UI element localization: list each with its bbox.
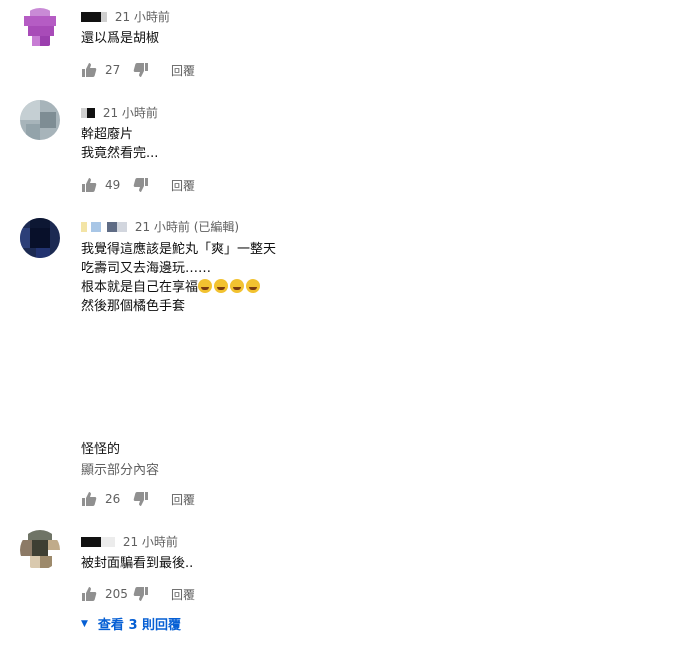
caret-down-icon[interactable]: ▼ [81, 619, 88, 629]
timestamp[interactable]: 21 小時前 [103, 106, 158, 120]
comment-header: 21 小時前 [81, 533, 178, 550]
comment-text: 被封面騙看到最後.. [81, 554, 193, 573]
author-name[interactable] [81, 106, 95, 120]
avatar[interactable] [20, 530, 60, 570]
comment-line: 然後那個橘色手套 [81, 299, 186, 314]
like-count: 49 [105, 178, 121, 192]
like-count: 26 [105, 492, 121, 506]
thumbs-up-icon[interactable] [81, 177, 97, 193]
comment-actions: 205 回覆 [81, 584, 195, 604]
like-count: 205 [105, 587, 128, 601]
timestamp[interactable]: 21 小時前 (已編輯) [135, 220, 239, 234]
comment-actions: 49 回覆 [81, 175, 195, 195]
timestamp[interactable]: 21 小時前 [115, 10, 170, 24]
comment-actions: 26 回覆 [81, 489, 195, 509]
thumbs-down-icon[interactable] [133, 491, 149, 507]
comment-line: 還以爲是胡椒 [81, 31, 160, 46]
comment-line: 吃壽司又去海邊玩…… [81, 261, 212, 276]
view-replies-button[interactable]: ▼ 查看 3 則回覆 [81, 614, 181, 633]
comment-line: 幹超廢片 [81, 127, 134, 142]
comment-header: 21 小時前 (已編輯) [81, 218, 239, 235]
like-count: 27 [105, 63, 121, 77]
avatar[interactable] [20, 100, 60, 140]
grinning-squinting-face-emoji [198, 279, 213, 293]
comment-actions: 27 回覆 [81, 60, 195, 80]
thumbs-down-icon[interactable] [133, 586, 149, 602]
comment-text: 我覺得這應該是鮀丸「爽」一整天 吃壽司又去海邊玩…… 根本就是自己在享福 然後那… [81, 240, 276, 316]
view-replies-label[interactable]: 查看 3 則回覆 [98, 614, 181, 633]
comment-text: 幹超廢片 我竟然看完... [81, 125, 158, 163]
comment-line: 我竟然看完... [81, 146, 159, 161]
author-name[interactable] [81, 10, 107, 24]
thumbs-down-icon[interactable] [133, 177, 149, 193]
avatar[interactable] [20, 218, 60, 258]
grinning-squinting-face-emoji [246, 279, 261, 293]
thumbs-up-icon[interactable] [81, 491, 97, 507]
comment-line: 怪怪的 [81, 442, 121, 457]
comment-header: 21 小時前 [81, 8, 170, 25]
grinning-squinting-face-emoji [230, 279, 245, 293]
comment-text: 還以爲是胡椒 [81, 29, 159, 48]
reply-button[interactable]: 回覆 [171, 491, 195, 508]
avatar[interactable] [20, 8, 60, 48]
comment-line: 被封面騙看到最後.. [81, 556, 194, 571]
reply-button[interactable]: 回覆 [171, 62, 195, 79]
thumbs-up-icon[interactable] [81, 62, 97, 78]
timestamp[interactable]: 21 小時前 [123, 535, 178, 549]
comment-line: 根本就是自己在享福 [81, 278, 276, 297]
comment-header: 21 小時前 [81, 104, 158, 121]
show-more-link[interactable]: 顯示部分內容 [81, 461, 159, 480]
author-name[interactable] [81, 535, 115, 549]
thumbs-up-icon[interactable] [81, 586, 97, 602]
reply-button[interactable]: 回覆 [171, 177, 195, 194]
comment-text-continued: 怪怪的 [81, 440, 120, 459]
thumbs-down-icon[interactable] [133, 62, 149, 78]
comment-line: 我覺得這應該是鮀丸「爽」一整天 [81, 242, 277, 257]
author-name[interactable] [81, 220, 127, 234]
grinning-squinting-face-emoji [214, 279, 229, 293]
reply-button[interactable]: 回覆 [171, 586, 195, 603]
